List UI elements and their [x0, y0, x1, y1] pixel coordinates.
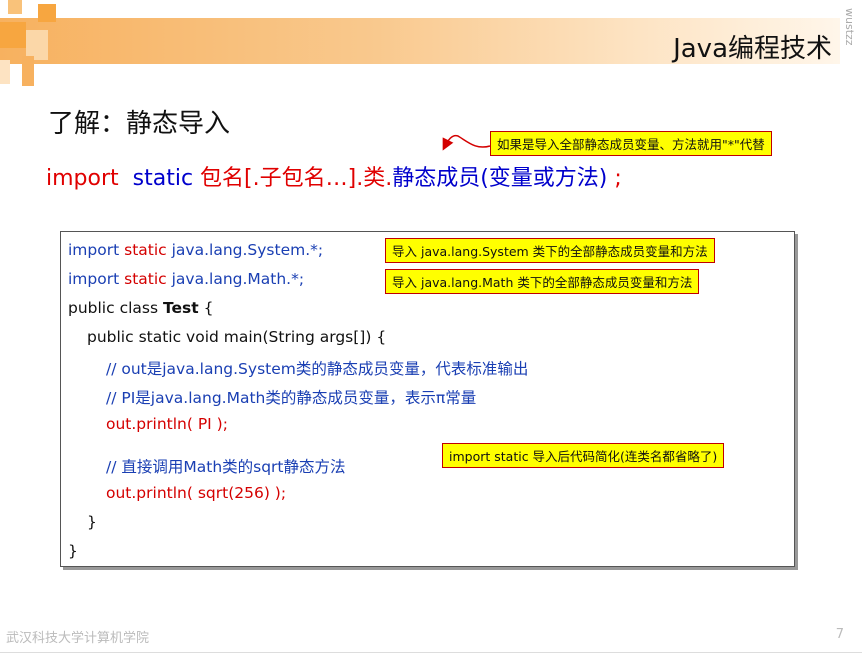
code-line-10: } — [87, 513, 97, 531]
code-line-1: import static java.lang.System.*; — [68, 241, 323, 259]
code-token: Test — [162, 299, 199, 317]
code-token: static — [119, 270, 172, 288]
callout-simplify: import static 导入后代码简化(连类名都省略了) — [442, 443, 725, 468]
page-number: 7 — [835, 627, 844, 642]
footer-school: 武汉科技大学计算机学院 — [6, 631, 150, 646]
code-line-11: } — [68, 542, 78, 560]
code-line-9: out.println( sqrt(256) ); — [106, 484, 287, 502]
code-token: { — [198, 299, 214, 317]
code-token: import — [68, 241, 120, 259]
code-token: java.lang.Math.*; — [171, 270, 305, 288]
arrow-wildcard — [442, 134, 491, 151]
footer-divider — [0, 652, 862, 653]
code-line-6: // PI是java.lang.Math类的静态成员变量，表示π常量 — [106, 389, 477, 407]
code-token: java.lang.System.*; — [171, 241, 324, 259]
code-line-8: // 直接调用Math类的sqrt静态方法 — [106, 458, 346, 476]
code-token: import — [68, 270, 120, 288]
code-line-2: import static java.lang.Math.*; — [68, 270, 304, 288]
code-line-5: // out是java.lang.System类的静态成员变量，代表标准输出 — [106, 360, 529, 378]
code-line-3: public class Test { — [68, 299, 213, 317]
code-token: static — [119, 241, 172, 259]
callout-system: 导入 java.lang.System 类下的全部静态成员变量和方法 — [385, 238, 715, 263]
code-line-4: public static void main(String args[]) { — [87, 328, 387, 346]
code-line-7: out.println( PI ); — [106, 415, 228, 433]
code-token: public class — [68, 299, 163, 317]
callout-math: 导入 java.lang.Math 类下的全部静态成员变量和方法 — [385, 269, 700, 294]
